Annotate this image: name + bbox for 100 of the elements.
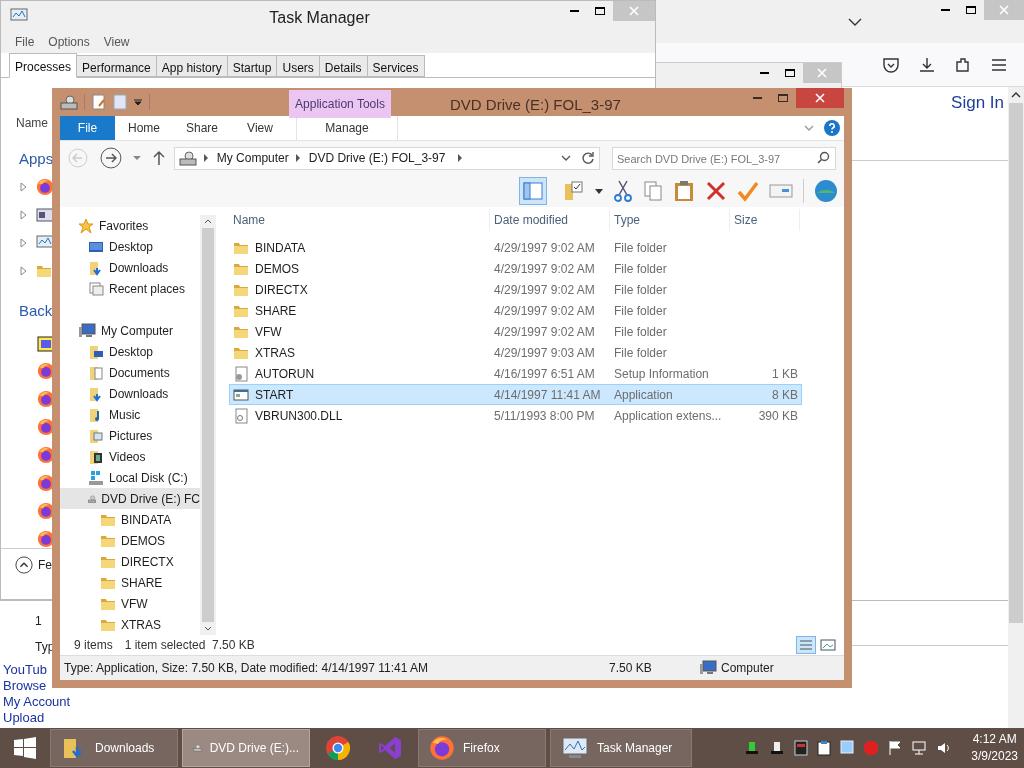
taskbar-button[interactable]: Downloads	[50, 729, 178, 767]
tray-clipboard-icon[interactable]	[817, 740, 832, 756]
drive-icon[interactable]	[60, 94, 78, 110]
menu-item[interactable]: File	[15, 33, 35, 51]
file-row[interactable]: SHARE 4/29/1997 9:02 AM File folder	[229, 300, 802, 321]
nav-item[interactable]: Local Disk (C:)	[60, 467, 200, 488]
file-row[interactable]: XTRAS 4/29/1997 9:03 AM File folder	[229, 342, 802, 363]
clipboard-icon[interactable]	[673, 180, 695, 202]
nav-item[interactable]: Desktop	[60, 236, 200, 257]
close-button[interactable]	[796, 88, 844, 108]
flag-icon[interactable]	[888, 740, 903, 756]
nav-item[interactable]: Downloads	[60, 383, 200, 404]
file-row[interactable]: DIRECTX 4/29/1997 9:02 AM File folder	[229, 279, 802, 300]
tab[interactable]: Startup	[226, 55, 278, 77]
nav-item[interactable]: My Computer	[60, 320, 200, 341]
expand-icon[interactable]	[20, 265, 28, 276]
page-link[interactable]: Browse	[3, 678, 47, 694]
tab[interactable]: Processes	[9, 53, 78, 78]
page-link[interactable]: YouTub	[3, 662, 47, 678]
delete-icon[interactable]	[705, 180, 727, 202]
forward-icon[interactable]	[99, 147, 122, 169]
chevron-right-icon[interactable]	[457, 154, 464, 162]
nav-item[interactable]: Desktop	[60, 341, 200, 362]
network-icon[interactable]	[911, 740, 928, 756]
nav-item[interactable]: DVD Drive (E:) FC	[60, 488, 200, 509]
page-link[interactable]: Upload	[3, 710, 45, 726]
collapse-icon[interactable]	[15, 556, 33, 574]
taskbar-button[interactable]: Task Manager	[550, 729, 692, 767]
globe-icon[interactable]	[814, 179, 838, 203]
help-icon[interactable]	[824, 120, 840, 136]
nav-item[interactable]: Videos	[60, 446, 200, 467]
caret-icon[interactable]	[133, 98, 143, 106]
ribbon-tab[interactable]: Manage	[325, 119, 369, 137]
scroll-up-icon[interactable]	[204, 218, 212, 224]
taskbar-button[interactable]: Firefox	[418, 729, 546, 767]
rename-icon[interactable]	[769, 182, 793, 200]
tray-card-icon[interactable]	[794, 740, 809, 756]
checkmark-icon[interactable]	[737, 180, 759, 202]
nav-item[interactable]: XTRAS	[60, 614, 200, 635]
chevron-right-icon[interactable]	[202, 154, 209, 162]
ribbon-tab[interactable]: View	[231, 116, 289, 140]
column-header[interactable]: Size	[730, 209, 800, 231]
tray-network-drive-icon[interactable]	[769, 740, 786, 756]
file-row[interactable]: VFW 4/29/1997 9:02 AM File folder	[229, 321, 802, 342]
search-field[interactable]: Search DVD Drive (E:) FOL_3-97	[612, 147, 836, 171]
file-row[interactable]: DEMOS 4/29/1997 9:02 AM File folder	[229, 258, 802, 279]
file-row[interactable]: AUTORUN 4/16/1997 6:51 AM Setup Information 1 KB	[229, 363, 802, 384]
nav-item[interactable]: VFW	[60, 593, 200, 614]
download-icon	[918, 55, 936, 74]
breadcrumb-item[interactable]: DVD Drive (E:) FOL_3-97	[308, 149, 446, 167]
tab[interactable]: App history	[155, 55, 228, 77]
refresh-icon[interactable]	[581, 151, 595, 165]
tab[interactable]: Performance	[76, 55, 157, 77]
file-row[interactable]: BINDATA 4/29/1997 9:02 AM File folder	[229, 237, 802, 258]
menu-item[interactable]: View	[103, 33, 130, 51]
preview-pane-button[interactable]	[519, 177, 547, 205]
nav-item[interactable]: Recent places	[60, 278, 200, 299]
address-bar[interactable]: My Computer DVD Drive (E:) FOL_3-97	[173, 146, 600, 170]
thumbnail-view-icon[interactable]	[820, 638, 836, 652]
nav-item[interactable]: Music	[60, 404, 200, 425]
expand-icon[interactable]	[20, 181, 28, 192]
sign-in-link[interactable]: Sign In	[951, 90, 1004, 116]
file-row[interactable]: START 4/14/1997 11:41 AM Application 8 KB	[229, 384, 802, 405]
chevron-down-icon[interactable]	[561, 154, 571, 162]
nav-item[interactable]: Downloads	[60, 257, 200, 278]
tab[interactable]: Services	[366, 55, 425, 77]
ribbon-tab[interactable]: Home	[115, 116, 173, 140]
expand-icon[interactable]	[20, 209, 28, 220]
page-link[interactable]: My Account	[3, 694, 71, 710]
clock-date[interactable]: 3/9/2023	[971, 748, 1018, 765]
nav-item[interactable]: Favorites	[60, 215, 200, 236]
settings-file-icon	[233, 365, 249, 382]
scroll-down-icon[interactable]	[204, 626, 212, 632]
column-header[interactable]: Type	[610, 209, 730, 231]
ribbon-tab[interactable]: Share	[173, 116, 231, 140]
clock-time[interactable]: 4:12 AM	[972, 731, 1017, 748]
tray-monitor-icon[interactable]	[840, 740, 855, 756]
breadcrumb-item[interactable]: My Computer	[216, 149, 289, 167]
search-icon[interactable]	[817, 150, 830, 164]
up-arrow-icon[interactable]	[151, 150, 166, 166]
nav-item[interactable]: SHARE	[60, 572, 200, 593]
column-header[interactable]: Name	[229, 209, 490, 231]
folder-options-icon[interactable]	[563, 180, 585, 202]
nav-item[interactable]: Pictures	[60, 425, 200, 446]
column-header[interactable]: Date modified	[490, 209, 610, 231]
file-row[interactable]: VBRUN300.DLL 5/11/1993 8:00 PM Application extens... 390 KB	[229, 405, 802, 426]
nav-item[interactable]: DIRECTX	[60, 551, 200, 572]
tab[interactable]: Details	[318, 55, 368, 77]
tray-network-drive-icon[interactable]	[744, 740, 761, 756]
nav-item[interactable]: Documents	[60, 362, 200, 383]
properties-icon[interactable]	[91, 94, 107, 110]
fewer-details-link[interactable]: Fe	[38, 556, 52, 574]
caret-icon[interactable]	[595, 188, 603, 194]
expand-icon[interactable]	[20, 237, 28, 248]
chevron-right-icon[interactable]	[294, 154, 301, 162]
nav-item[interactable]: BINDATA	[60, 509, 200, 530]
tab[interactable]: Users	[276, 55, 320, 77]
nav-item[interactable]: DEMOS	[60, 530, 200, 551]
menu-item[interactable]: Options	[48, 33, 90, 51]
scissors-icon[interactable]	[613, 180, 633, 202]
